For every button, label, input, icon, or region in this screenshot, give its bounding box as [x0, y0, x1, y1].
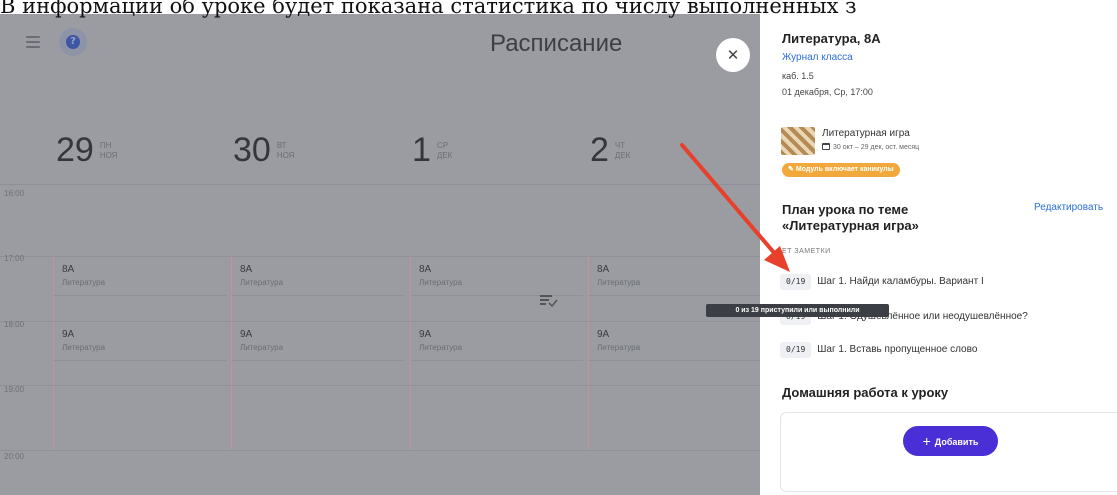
- lesson-subject: Литература: [62, 278, 106, 287]
- step-label: Шаг 1. Вставь пропущенное слово: [817, 344, 978, 355]
- edit-plan-link[interactable]: Редактировать: [1034, 202, 1103, 213]
- lesson-class: 8А: [597, 264, 610, 275]
- day-weekday: СР: [436, 140, 449, 150]
- lesson-card[interactable]: 9А Литература: [54, 321, 226, 361]
- lesson-subject: Литература: [597, 343, 641, 352]
- lesson-card[interactable]: 8А Литература: [411, 256, 583, 296]
- lesson-step[interactable]: 0/19 Шаг 1. Найди каламбуры. Вариант I: [780, 271, 984, 290]
- menu-icon[interactable]: [26, 36, 40, 48]
- close-icon: ✕: [726, 46, 740, 64]
- plus-icon: +: [922, 433, 931, 449]
- day-weekday: ВТ: [276, 140, 287, 150]
- lesson-subject: Литература: [419, 343, 463, 352]
- lesson-class: 8А: [419, 264, 432, 275]
- lesson-card[interactable]: 9А Литература: [589, 321, 760, 361]
- time-label: 20:00: [4, 452, 25, 461]
- lesson-card[interactable]: 8А Литература: [54, 256, 226, 296]
- top-bar: ? Расписание ✕: [0, 14, 760, 74]
- lesson-subject: Литература: [597, 278, 641, 287]
- lesson-card[interactable]: 8А Литература: [589, 256, 760, 296]
- lesson-card[interactable]: 9А Литература: [411, 321, 583, 361]
- module-name[interactable]: Литературная игра: [822, 128, 910, 139]
- lesson-class: 9А: [62, 329, 75, 340]
- lesson-class: 9А: [240, 329, 253, 340]
- day-number: 30: [233, 131, 271, 169]
- day-weekday: ЧТ: [614, 140, 626, 150]
- lesson-subject: Литература: [419, 278, 463, 287]
- lesson-subject: Литература: [62, 343, 106, 352]
- lesson-panel: Литература, 8А Журнал класса каб. 1.5 01…: [760, 14, 1117, 495]
- lesson-class: 8А: [240, 264, 253, 275]
- day-header: 30 ВТ НОЯ: [233, 131, 294, 170]
- close-button[interactable]: ✕: [716, 38, 750, 72]
- checklist-icon[interactable]: [540, 293, 558, 307]
- lesson-datetime: 01 декабря, Ср, 17:00: [782, 87, 873, 97]
- lesson-class: 9А: [597, 329, 610, 340]
- day-number: 29: [56, 131, 94, 169]
- progress-tooltip: 0 из 19 приступили или выполнили: [706, 304, 889, 317]
- page-caption: В информации об уроке будет показана ста…: [0, 0, 857, 18]
- add-homework-label: Добавить: [934, 437, 979, 447]
- time-label: 16:00: [4, 189, 25, 198]
- holiday-badge: ✎ Модуль включает каникулы: [782, 163, 900, 177]
- day-header: 1 СР ДЕК: [412, 131, 452, 170]
- lesson-subject: Литература: [240, 278, 284, 287]
- day-month: НОЯ: [99, 150, 118, 160]
- homework-title: Домашняя работа к уроку: [782, 385, 949, 400]
- holiday-badge-label: Модуль включает каникулы: [795, 166, 894, 173]
- notes-label: ЕТ ЗАМЕТКИ: [782, 248, 831, 255]
- schedule-background: ? Расписание ✕ 29 ПН НОЯ 30 ВТ НОЯ 1 СР ДЕК 2Ч…: [0, 14, 760, 495]
- help-icon[interactable]: ?: [59, 28, 87, 56]
- time-label: 17:00: [4, 254, 25, 263]
- day-header: 2 ЧТ ДЕК: [590, 131, 630, 170]
- module-date-range: 30 окт – 29 дек, ост. месяц: [833, 144, 920, 151]
- day-month: ДЕК: [614, 150, 631, 160]
- day-number: 2: [590, 131, 609, 169]
- day-month: НОЯ: [276, 150, 295, 160]
- time-row-divider: [0, 450, 760, 451]
- step-progress-count: 0/19: [780, 341, 812, 358]
- time-row-divider: [0, 184, 760, 185]
- lesson-room: каб. 1.5: [782, 71, 814, 81]
- lesson-class: 9А: [419, 329, 432, 340]
- lesson-card[interactable]: 9А Литература: [232, 321, 404, 361]
- lesson-subject: Литература: [240, 343, 284, 352]
- day-number: 1: [412, 131, 431, 169]
- lesson-plan-title: План урока по теме «Литературная игра»: [782, 202, 919, 233]
- step-label: Шаг 1. Найди каламбуры. Вариант I: [817, 276, 984, 287]
- day-header: 29 ПН НОЯ: [56, 131, 117, 170]
- step-progress-count: 0/19: [780, 273, 812, 290]
- class-journal-link[interactable]: Журнал класса: [782, 52, 853, 63]
- page-title: Расписание: [490, 30, 623, 57]
- time-row-divider: [0, 385, 760, 386]
- day-weekday: ПН: [99, 140, 112, 150]
- module-thumbnail: [781, 127, 815, 155]
- add-homework-button[interactable]: + Добавить: [903, 426, 998, 456]
- lesson-title: Литература, 8А: [782, 31, 881, 46]
- lesson-card[interactable]: 8А Литература: [232, 256, 404, 296]
- lesson-step[interactable]: 0/19 Шаг 1. Вставь пропущенное слово: [780, 339, 978, 358]
- time-label: 18:00: [4, 320, 25, 329]
- module-dates: 30 окт – 29 дек, ост. месяц: [822, 143, 919, 151]
- time-label: 19:00: [4, 385, 25, 394]
- calendar-icon: [822, 143, 830, 150]
- lesson-class: 8А: [62, 264, 75, 275]
- day-month: ДЕК: [436, 150, 453, 160]
